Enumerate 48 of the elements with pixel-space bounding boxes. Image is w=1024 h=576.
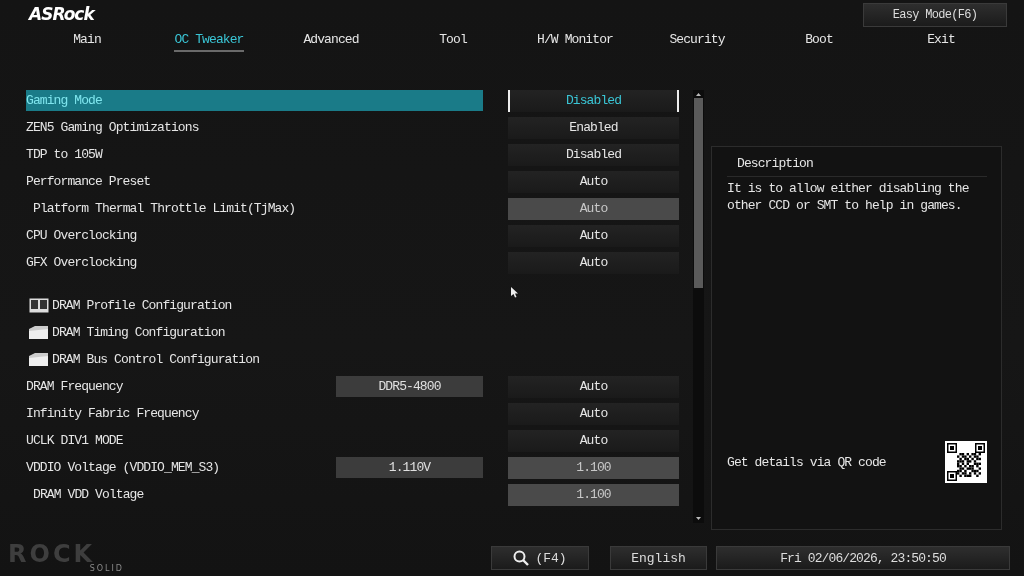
brand-logo: ASRock [29,4,94,24]
value-selector[interactable]: Auto [508,375,679,398]
setting-label[interactable]: Infinity Fabric Frequency [26,403,483,424]
submenu-item[interactable]: DRAM Profile Configuration [52,298,232,313]
value-selector[interactable]: Auto [508,429,679,452]
value-selector[interactable]: Enabled [508,116,679,139]
setting-label[interactable]: ZEN5 Gaming Optimizations [26,117,483,138]
description-title: Description [737,156,813,171]
setting-label[interactable]: GFX Overclocking [26,252,483,273]
current-value-field: DDR5-4800 [336,376,483,397]
qr-label: Get details via QR code [727,454,886,470]
easy-mode-button[interactable]: Easy Mode(F6) [863,3,1007,27]
folder-icon [29,326,49,339]
value-selector[interactable]: Auto [508,402,679,425]
scroll-down-icon[interactable] [693,515,704,523]
qr-code-icon [945,441,987,483]
setting-label[interactable]: Gaming Mode [26,90,483,111]
folder-icon [29,353,49,366]
current-value-field: 1.110V [336,457,483,478]
menu-tab[interactable]: Advanced [303,31,359,52]
menu-tab[interactable]: Boot [805,31,833,52]
search-button[interactable]: (F4) [491,546,589,570]
setting-label[interactable]: DRAM Frequency [26,376,336,397]
menu-tab[interactable]: H/W Monitor [537,31,613,52]
menu-tab[interactable]: Exit [927,31,955,52]
footer-logo-subtitle: SOLID [89,565,124,573]
menu-tab[interactable]: Main [73,31,101,52]
value-selector[interactable]: Auto [508,224,679,247]
submenu-item[interactable]: DRAM Bus Control Configuration [52,352,260,367]
language-button[interactable]: English [610,546,707,570]
value-selector[interactable]: Disabled [508,143,679,166]
setting-label[interactable]: Performance Preset [26,171,483,192]
value-selector[interactable]: Auto [508,170,679,193]
scrollbar[interactable] [693,90,704,523]
setting-label[interactable]: TDP to 105W [26,144,483,165]
search-icon [513,550,530,566]
datetime-display: Fri 02/06/2026, 23:50:50 [716,546,1010,570]
submenu-item[interactable]: DRAM Timing Configuration [52,325,225,340]
menu-tab[interactable]: Security [669,31,725,52]
menu-tab[interactable]: Tool [439,31,467,52]
description-text: It is to allow either disabling the other CCD or SMT to help in games. [727,180,970,215]
setting-label[interactable]: CPU Overclocking [26,225,483,246]
book-icon [29,298,49,313]
mouse-cursor-icon [511,287,518,298]
menu-tab[interactable]: OC Tweaker [174,31,244,52]
value-selector[interactable]: Auto [508,251,679,274]
value-selector[interactable]: Disabled [508,89,679,112]
setting-label[interactable]: UCLK DIV1 MODE [26,430,483,451]
